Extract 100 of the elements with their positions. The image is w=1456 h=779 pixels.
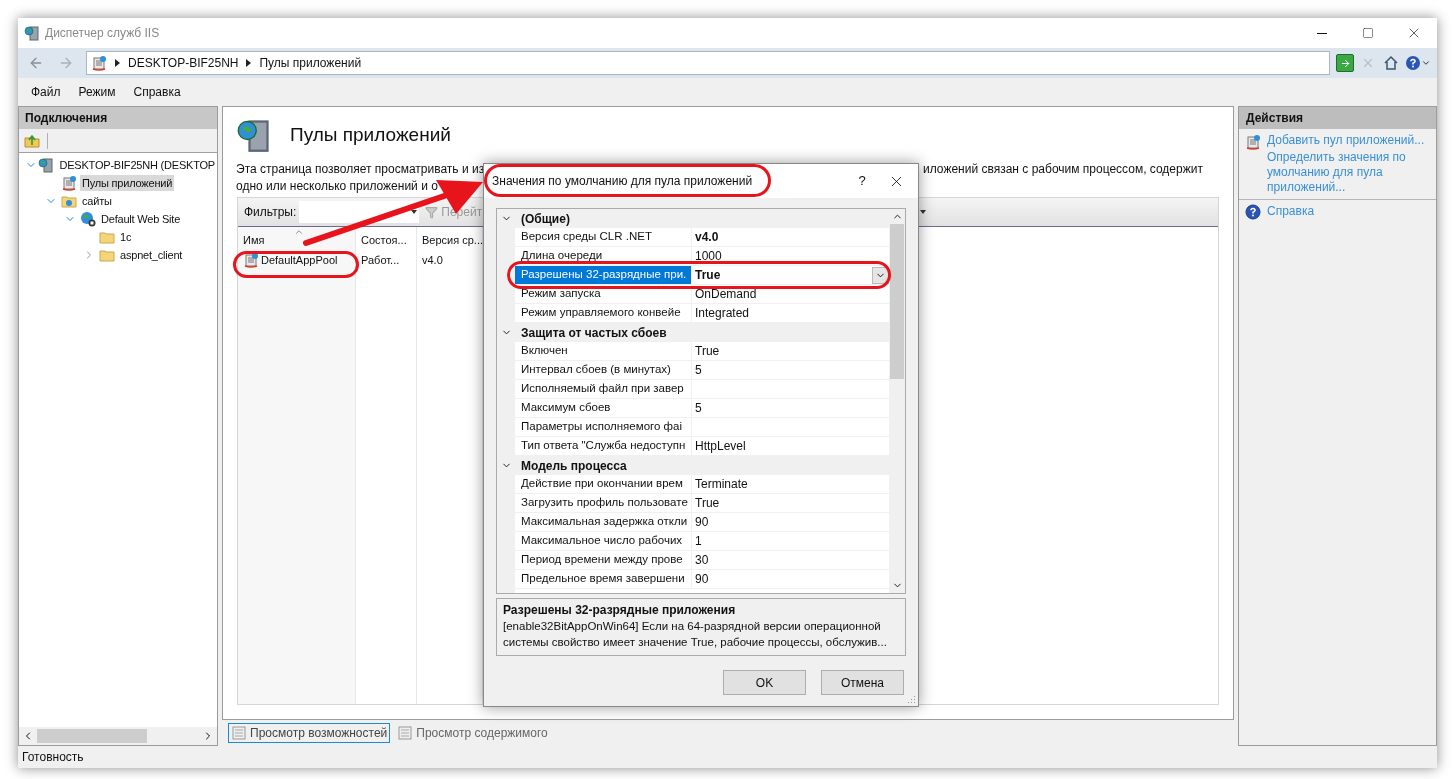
property-value[interactable]: OnDemand: [695, 285, 757, 303]
app-pool-icon: [61, 175, 77, 191]
breadcrumb-separator-icon: [246, 59, 252, 67]
scrollbar-thumb[interactable]: [37, 729, 147, 743]
description-title: Разрешены 32-разрядные приложения: [503, 602, 737, 618]
arrow-icon: [1339, 57, 1351, 69]
property-value[interactable]: 90: [695, 570, 709, 588]
property-value[interactable]: True: [695, 342, 720, 360]
caret-icon: [1421, 58, 1431, 68]
app-pool-icon: [1245, 134, 1261, 150]
description-text: одно или несколько приложений и о: [236, 178, 439, 195]
maximize-icon: [1362, 27, 1374, 39]
dialog-button[interactable]: Отмена: [821, 670, 904, 695]
property-name[interactable]: Параметры исполняемого фаі: [515, 418, 692, 436]
property-value[interactable]: 5: [695, 361, 702, 379]
dialog-title: Значения по умолчанию для пула приложений: [492, 173, 753, 190]
minimize-icon: [1317, 32, 1327, 34]
horizontal-scrollbar[interactable]: [19, 727, 217, 745]
help-icon: [1245, 204, 1261, 220]
property-name[interactable]: Предельное время завершени: [515, 570, 692, 588]
scrollbar-thumb[interactable]: [890, 224, 904, 379]
folder-icon: [99, 229, 115, 245]
server-icon: [38, 157, 55, 173]
property-name[interactable]: Загрузить профиль пользовате: [515, 494, 692, 512]
property-value[interactable]: 30: [695, 551, 709, 569]
property-value[interactable]: Terminate: [695, 475, 748, 493]
app-pools-icon: [236, 117, 272, 153]
breadcrumb[interactable]: DESKTOP-BIF25NH: [128, 54, 239, 72]
property-value[interactable]: True: [695, 494, 720, 512]
property-name[interactable]: Максимум сбоев: [515, 399, 692, 417]
property-value[interactable]: v4.0: [695, 228, 719, 246]
panel-header: Действия: [1239, 107, 1436, 129]
forward-arrow-icon: [58, 55, 74, 71]
column-header[interactable]: Имя: [238, 227, 355, 249]
breadcrumb[interactable]: Пулы приложений: [259, 54, 362, 72]
help-dropdown-button[interactable]: [1405, 54, 1431, 72]
category-label: Защита от частых сбоев: [521, 324, 667, 342]
property-name[interactable]: Включен: [515, 342, 692, 360]
description-text: иложений связан с рабочим процессом, содержит: [923, 161, 1203, 178]
category-label: (Общие): [521, 210, 570, 228]
property-value[interactable]: HttpLevel: [695, 437, 746, 455]
panel-header: Подключения: [19, 107, 217, 129]
help-button[interactable]: ?: [850, 169, 874, 193]
breadcrumb-separator-icon: [115, 59, 120, 67]
property-value[interactable]: 1000: [695, 247, 722, 265]
property-name[interactable]: Длина очереди: [515, 247, 692, 265]
property-name[interactable]: Максимальное число рабочих: [515, 532, 692, 550]
property-name[interactable]: Период времени между прове: [515, 551, 692, 569]
tree-item[interactable]: DESKTOP-BIF25NH (DESKTOP: [57, 156, 217, 174]
tree-item[interactable]: Default Web Site: [99, 210, 183, 228]
menu-item[interactable]: Справка: [124, 81, 190, 103]
menu-item[interactable]: Режим: [69, 81, 125, 103]
app-pool-icon: [91, 55, 107, 71]
property-name[interactable]: Разрешены 32-разрядные при.: [515, 266, 692, 284]
property-value[interactable]: 1: [695, 532, 702, 550]
tree-item[interactable]: Пулы приложений: [80, 174, 175, 192]
tree-item[interactable]: aspnet_client: [118, 246, 185, 264]
property-name[interactable]: Режим управляемого конвейе: [515, 304, 692, 322]
status-text: Готовность: [22, 749, 84, 766]
resize-grip-icon[interactable]: [906, 694, 916, 704]
folder-icon: [99, 247, 115, 263]
app-icon: [24, 25, 40, 41]
filter-label: Фильтры:: [244, 204, 297, 221]
property-value[interactable]: Integrated: [695, 304, 750, 322]
stop-icon: [1361, 56, 1375, 70]
table-cell-text: Работ...: [360, 252, 401, 268]
dialog-button[interactable]: OK: [723, 670, 806, 695]
tree-item[interactable]: 1c: [118, 228, 134, 246]
property-name[interactable]: Версия среды CLR .NET: [515, 228, 692, 246]
property-value[interactable]: 5: [695, 399, 702, 417]
vertical-scrollbar[interactable]: [889, 209, 905, 593]
folder-up-icon: [24, 132, 40, 149]
property-value[interactable]: 90: [695, 513, 709, 531]
description-text: [enable32BitAppOnWin64] Если на 64-разрядной версии операционной системы свойство имеет значение True, рабочие процессы, обслужив...: [503, 619, 888, 650]
page-title: Пулы приложений: [290, 122, 451, 147]
property-name[interactable]: Максимальная задержка откли: [515, 513, 692, 531]
sites-folder-icon: [61, 193, 77, 209]
column-header[interactable]: Версия ср...: [417, 227, 482, 249]
window-title: Диспетчер служб IIS: [45, 25, 160, 42]
sort-icon: [294, 227, 304, 237]
property-name[interactable]: Режим запуска: [515, 285, 692, 303]
table-cell[interactable]: DefaultAppPool: [238, 249, 355, 271]
category-label: Модель процесса: [521, 457, 627, 475]
home-button[interactable]: [1382, 54, 1400, 72]
column-header[interactable]: Состоя...: [356, 227, 416, 249]
view-tab[interactable]: Просмотр возможностей: [228, 723, 391, 743]
menu-item[interactable]: Файл: [22, 81, 70, 103]
property-name[interactable]: Тип ответа "Служба недоступн: [515, 437, 692, 455]
tree-item[interactable]: сайты: [80, 192, 114, 210]
property-value[interactable]: True: [695, 266, 721, 284]
globe-icon: [80, 211, 96, 227]
refresh-button[interactable]: [1336, 54, 1354, 72]
table-cell-text: v4.0: [421, 252, 444, 268]
property-name[interactable]: Действие при окончании врем: [515, 475, 692, 493]
property-name[interactable]: Интервал сбоев (в минутах): [515, 361, 692, 379]
view-tab[interactable]: Просмотр содержимого: [394, 723, 551, 743]
view-icon: [231, 725, 247, 741]
filter-icon: [425, 205, 439, 219]
property-name[interactable]: Исполняемый файл при завер: [515, 380, 692, 398]
address-field[interactable]: DESKTOP-BIF25NH Пулы приложений: [86, 51, 1330, 75]
